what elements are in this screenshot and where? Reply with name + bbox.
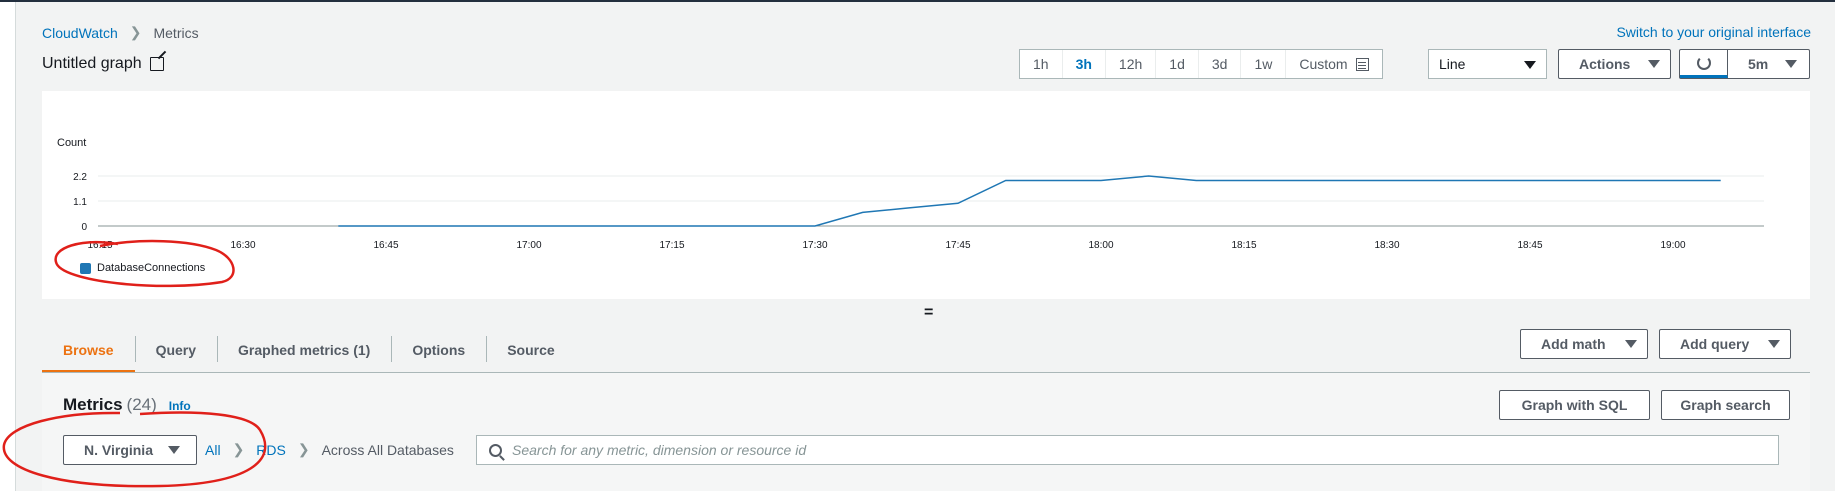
caret-down-icon xyxy=(1524,61,1536,69)
graph-title: Untitled graph xyxy=(42,55,142,72)
refresh-period-select[interactable]: 5m xyxy=(1728,50,1809,78)
search-icon xyxy=(489,443,502,457)
x-tick-label: 18:15 xyxy=(1231,240,1256,251)
edit-icon[interactable] xyxy=(149,57,164,71)
metrics-count: (24) xyxy=(126,395,157,414)
time-range-1w[interactable]: 1w xyxy=(1241,50,1287,78)
x-tick-label: 18:45 xyxy=(1517,240,1542,251)
tab-bar: Browse Query Graphed metrics (1) Options… xyxy=(42,326,576,373)
refresh-control: 5m xyxy=(1679,49,1810,79)
x-tick-label: 16:30 xyxy=(230,240,255,251)
add-math-label: Add math xyxy=(1541,336,1606,352)
caret-down-icon xyxy=(1625,340,1637,348)
caret-down-icon xyxy=(1785,60,1797,68)
refresh-button[interactable] xyxy=(1680,50,1728,78)
graph-with-sql-button[interactable]: Graph with SQL xyxy=(1499,390,1650,420)
actions-button[interactable]: Actions xyxy=(1558,49,1671,79)
legend-swatch xyxy=(80,262,91,274)
time-range-1d[interactable]: 1d xyxy=(1156,50,1199,78)
line-chart: Count 2.2 1.1 016:15 16:30 16:45 17:00 17:15 17:… xyxy=(57,137,1764,251)
crumb-scope: Across All Databases xyxy=(321,441,454,458)
add-math-button[interactable]: Add math xyxy=(1520,329,1648,359)
tab-browse[interactable]: Browse xyxy=(42,326,135,373)
y-tick-label: 0 xyxy=(81,222,87,233)
crumb-rds-link[interactable]: RDS xyxy=(256,442,286,458)
y-tick-label: 2.2 xyxy=(73,172,87,183)
time-range-selector: 1h 3h 12h 1d 3d 1w Custom xyxy=(1019,49,1383,79)
resize-handle-icon[interactable]: = xyxy=(924,304,933,322)
y-axis-label: Count xyxy=(57,137,86,149)
y-tick-label: 1.1 xyxy=(73,197,87,208)
top-border xyxy=(0,0,1835,2)
x-tick-label: 17:45 xyxy=(945,240,970,251)
chevron-right-icon: ❯ xyxy=(297,441,310,457)
region-value: N. Virginia xyxy=(84,442,153,458)
chart-type-value: Line xyxy=(1439,56,1466,72)
info-link[interactable]: Info xyxy=(169,399,191,413)
tab-source[interactable]: Source xyxy=(486,326,575,373)
namespace-breadcrumb: All ❯ RDS ❯ Across All Databases xyxy=(205,441,454,458)
caret-down-icon xyxy=(1768,340,1780,348)
chart-panel: Count 2.2 1.1 0 16:15 16:30 16:45 17:00 17:15 17:… xyxy=(42,91,1810,299)
tab-graphed-metrics[interactable]: Graphed metrics (1) xyxy=(217,326,391,373)
chevron-right-icon: ❯ xyxy=(232,441,245,457)
time-range-custom[interactable]: Custom xyxy=(1286,50,1381,78)
breadcrumb-current: Metrics xyxy=(153,24,199,41)
graph-search-button[interactable]: Graph search xyxy=(1661,390,1790,420)
chevron-right-icon: ❯ xyxy=(129,24,142,40)
x-tick-label: 18:00 xyxy=(1088,240,1113,251)
switch-interface-link[interactable]: Switch to your original interface xyxy=(1616,24,1811,40)
time-range-1h[interactable]: 1h xyxy=(1020,50,1063,78)
x-tick-label: 17:30 xyxy=(802,240,827,251)
time-range-12h[interactable]: 12h xyxy=(1106,50,1157,78)
metrics-heading: Metrics (24) Info xyxy=(63,395,191,415)
legend-label: DatabaseConnections xyxy=(97,262,206,274)
x-tick-label: 18:30 xyxy=(1374,240,1399,251)
tab-query[interactable]: Query xyxy=(134,326,217,373)
add-query-button[interactable]: Add query xyxy=(1659,329,1791,359)
x-tick-label: 17:15 xyxy=(659,240,684,251)
x-tick-label: 17:00 xyxy=(516,240,541,251)
chart-type-select[interactable]: Line xyxy=(1428,49,1547,79)
metric-search-input[interactable] xyxy=(512,442,1712,458)
x-tick-label: 19:00 xyxy=(1660,240,1685,251)
calendar-icon xyxy=(1355,57,1369,71)
graph-title-container: Untitled graph xyxy=(42,55,164,73)
time-range-3d[interactable]: 3d xyxy=(1199,50,1242,78)
add-query-label: Add query xyxy=(1680,336,1750,352)
tab-options[interactable]: Options xyxy=(391,326,486,373)
refresh-icon xyxy=(1696,55,1711,70)
x-tick-label: 16:15 xyxy=(87,240,112,251)
custom-label: Custom xyxy=(1299,56,1348,72)
breadcrumb: CloudWatch ❯ Metrics xyxy=(42,24,199,41)
caret-down-icon xyxy=(168,446,180,454)
metric-search-box[interactable] xyxy=(476,435,1779,465)
metrics-title: Metrics xyxy=(63,395,123,414)
crumb-all-link[interactable]: All xyxy=(205,442,221,458)
actions-label: Actions xyxy=(1579,56,1631,72)
side-navigation-rail[interactable] xyxy=(0,2,16,491)
refresh-period-value: 5m xyxy=(1748,56,1769,72)
region-select[interactable]: N. Virginia xyxy=(63,435,197,465)
time-range-3h[interactable]: 3h xyxy=(1063,50,1106,78)
x-tick-label: 16:45 xyxy=(373,240,398,251)
breadcrumb-cloudwatch-link[interactable]: CloudWatch xyxy=(42,25,118,41)
caret-down-icon xyxy=(1648,60,1660,68)
chart-legend[interactable]: DatabaseConnections xyxy=(80,262,205,274)
